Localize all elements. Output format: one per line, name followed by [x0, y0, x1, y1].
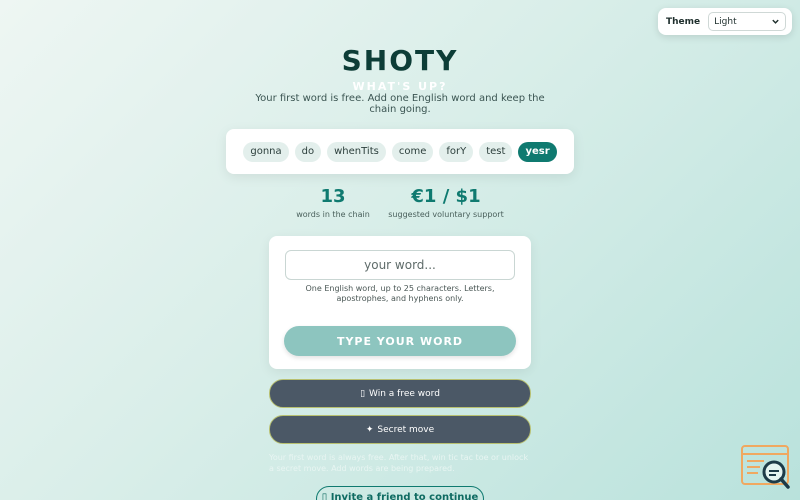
chain-word-latest: yesr — [518, 141, 557, 162]
theme-label: Theme — [666, 16, 701, 27]
chain-word: test — [479, 141, 513, 162]
word-input-card: One English word, up to 25 characters. L… — [269, 236, 531, 369]
chain-word: gonna — [243, 141, 289, 162]
chain-word: forY — [439, 141, 474, 162]
word-input[interactable] — [285, 250, 515, 280]
chain-word: do — [294, 141, 322, 162]
secret-move-button[interactable]: ✦ Secret move — [269, 415, 531, 444]
word-chain: gonna do whenTits come forY test yesr — [226, 129, 574, 174]
search-window-icon — [741, 445, 790, 489]
win-free-word-button[interactable]: ▯ Win a free word — [269, 379, 531, 408]
theme-selected-value: Light — [714, 16, 737, 27]
chevron-down-icon — [772, 19, 779, 24]
theme-selector: Theme Light — [658, 8, 792, 35]
footnote-text: Your first word is always free. After th… — [269, 453, 529, 473]
phone-icon: ▯ — [360, 388, 366, 399]
invite-icon: ▯ — [321, 492, 328, 500]
support-value: €1 / $1 — [411, 186, 481, 207]
intro-text: Your first word is free. Add one English… — [255, 93, 545, 115]
page-title: SHOTY — [341, 44, 459, 77]
chain-word: come — [391, 141, 434, 162]
invite-friend-button[interactable]: ▯ Invite a friend to continue — [316, 486, 484, 500]
type-word-button[interactable]: TYPE YOUR WORD — [284, 326, 516, 356]
input-hint: One English word, up to 25 characters. L… — [305, 284, 495, 303]
sparkle-icon: ✦ — [365, 424, 374, 435]
word-count-label: words in the chain — [296, 210, 370, 219]
stat-support: €1 / $1 suggested voluntary support — [380, 186, 512, 219]
page-subtitle: WHAT'S UP? — [352, 80, 448, 93]
chain-word: whenTits — [327, 141, 386, 162]
invite-label: Invite a friend to continue — [330, 492, 479, 500]
support-label: suggested voluntary support — [388, 210, 504, 219]
word-count-value: 13 — [320, 186, 346, 207]
stat-word-count: 13 words in the chain — [283, 186, 383, 219]
theme-select[interactable]: Light — [708, 12, 786, 31]
win-free-word-label: Win a free word — [369, 388, 440, 399]
secret-move-label: Secret move — [377, 424, 435, 435]
